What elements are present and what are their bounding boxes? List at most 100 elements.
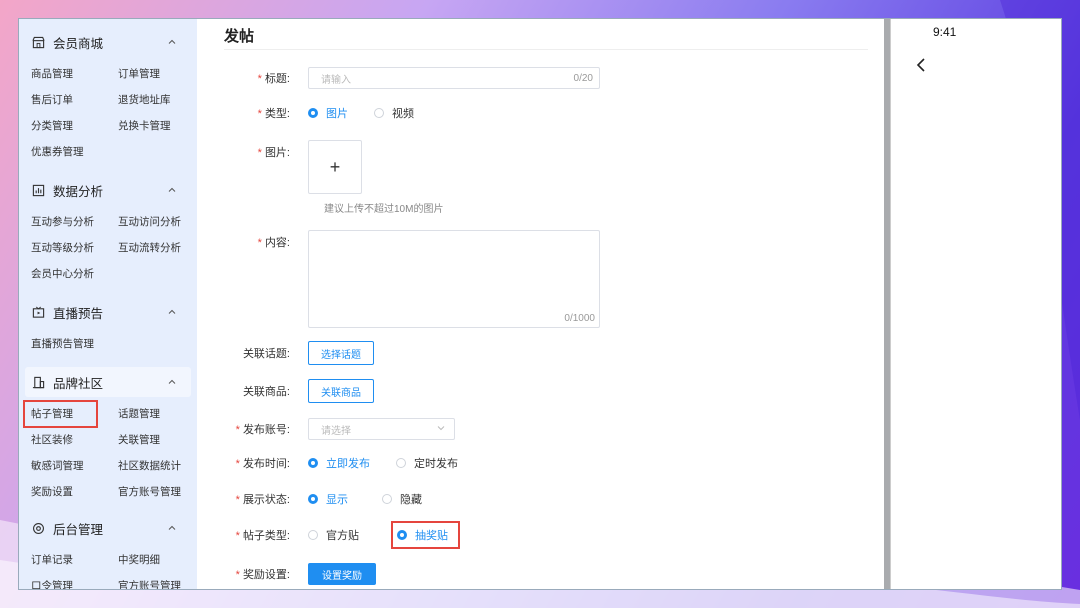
product-label: 关联商品: bbox=[242, 386, 290, 398]
sidebar-item-decoration[interactable]: 社区装修 bbox=[31, 427, 118, 453]
title-placeholder: 请输入 bbox=[321, 74, 351, 86]
sidebar-item-official-accounts-admin[interactable]: 官方账号管理 bbox=[118, 573, 197, 589]
sidebar-item-member-center[interactable]: 会员中心分析 bbox=[31, 261, 118, 287]
account-select[interactable]: 请选择 bbox=[308, 418, 455, 440]
reward-label: 奖励设置: bbox=[242, 569, 290, 581]
app-window: 会员商城 商品管理 订单管理 售后订单 退货地址库 分类管理 兑换卡管理 优惠券… bbox=[18, 18, 1062, 590]
sidebar-item-participation[interactable]: 互动参与分析 bbox=[31, 209, 118, 235]
sidebar-group-header[interactable]: 数据分析 bbox=[25, 175, 191, 205]
back-arrow-icon[interactable] bbox=[915, 57, 929, 73]
account-placeholder: 请选择 bbox=[321, 425, 351, 437]
row-type: * 类型: 图片 视频 bbox=[198, 105, 440, 121]
content-textarea[interactable]: 0/1000 bbox=[308, 230, 600, 328]
sidebar-item-topic-mgmt[interactable]: 话题管理 bbox=[118, 401, 197, 427]
select-topic-button[interactable]: 选择话题 bbox=[308, 341, 374, 365]
sidebar-item-category[interactable]: 分类管理 bbox=[31, 113, 118, 139]
set-reward-button[interactable]: 设置奖励 bbox=[308, 563, 376, 585]
building-icon bbox=[31, 375, 45, 389]
radio-display-show[interactable]: 显示 bbox=[308, 491, 348, 507]
sidebar-group-title: 数据分析 bbox=[53, 184, 104, 199]
tv-icon bbox=[31, 305, 45, 319]
post-form-panel: 发帖 * 标题: 请输入 0/20 * 类型: 图片 视频 * 图片: + 建议上传不… bbox=[198, 19, 884, 589]
row-display: * 展示状态: 显示 隐藏 bbox=[198, 491, 448, 507]
store-icon bbox=[31, 35, 45, 49]
sidebar-group-title: 品牌社区 bbox=[53, 376, 104, 391]
sidebar-item-reward-settings[interactable]: 奖励设置 bbox=[31, 479, 118, 505]
time-label: 发布时间: bbox=[242, 458, 290, 470]
radio-display-hide[interactable]: 隐藏 bbox=[382, 491, 422, 507]
sidebar-item-community-stats[interactable]: 社区数据统计 bbox=[118, 453, 197, 479]
chevron-up-icon bbox=[167, 523, 177, 533]
page-title: 发帖 bbox=[224, 28, 255, 45]
title-char-count: 0/20 bbox=[573, 72, 593, 84]
row-title: * 标题: 请输入 0/20 bbox=[198, 67, 600, 89]
plus-icon: + bbox=[329, 156, 341, 177]
sidebar-item-sensitive-words[interactable]: 敏感词管理 bbox=[31, 453, 118, 479]
account-label: 发布账号: bbox=[242, 424, 290, 436]
sidebar-group-title: 直播预告 bbox=[53, 306, 104, 321]
sidebar-item-live-preview[interactable]: 直播预告管理 bbox=[31, 331, 118, 357]
chevron-up-icon bbox=[167, 185, 177, 195]
sidebar-group-admin: 后台管理 订单记录 中奖明细 口令管理 官方账号管理 bbox=[19, 513, 197, 590]
content-label: 内容: bbox=[264, 237, 290, 249]
display-label: 展示状态: bbox=[242, 494, 290, 506]
status-bar-time: 9:41 bbox=[933, 25, 957, 39]
chevron-up-icon bbox=[167, 307, 177, 317]
sidebar-item-coupon[interactable]: 优惠券管理 bbox=[31, 139, 118, 165]
title-divider bbox=[224, 49, 868, 50]
sidebar-group-community: 品牌社区 帖子管理 话题管理 社区装修 关联管理 敏感词管理 社区数据统计 奖励… bbox=[19, 367, 197, 505]
image-label: 图片: bbox=[264, 147, 290, 159]
radio-post-lottery[interactable]: 抽奖贴 bbox=[391, 521, 460, 549]
chevron-up-icon bbox=[167, 37, 177, 47]
sidebar-item-product-mgmt[interactable]: 商品管理 bbox=[31, 61, 118, 87]
sidebar-group-live: 直播预告 直播预告管理 bbox=[19, 297, 197, 357]
sidebar-item-exchange-card[interactable]: 兑换卡管理 bbox=[118, 113, 197, 139]
sidebar-group-header[interactable]: 后台管理 bbox=[25, 513, 191, 543]
sidebar: 会员商城 商品管理 订单管理 售后订单 退货地址库 分类管理 兑换卡管理 优惠券… bbox=[19, 19, 197, 590]
upload-hint: 建议上传不超过10M的图片 bbox=[324, 204, 444, 215]
sidebar-group-header[interactable]: 品牌社区 bbox=[25, 367, 191, 397]
row-image: * 图片: + bbox=[198, 140, 362, 194]
row-product: 关联商品: 关联商品 bbox=[198, 379, 374, 403]
sidebar-group-header[interactable]: 会员商城 bbox=[25, 27, 191, 57]
sidebar-item-visit[interactable]: 互动访问分析 bbox=[118, 209, 197, 235]
sidebar-item-post-mgmt[interactable]: 帖子管理 bbox=[23, 400, 98, 428]
sidebar-item-flow[interactable]: 互动流转分析 bbox=[118, 235, 197, 261]
sidebar-group-analytics: 数据分析 互动参与分析 互动访问分析 互动等级分析 互动流转分析 会员中心分析 bbox=[19, 175, 197, 287]
radio-post-official[interactable]: 官方贴 bbox=[308, 527, 359, 543]
sidebar-item-order-records[interactable]: 订单记录 bbox=[31, 547, 118, 573]
row-content: * 内容: 0/1000 bbox=[198, 230, 600, 328]
sidebar-group-title: 会员商城 bbox=[53, 36, 104, 51]
image-upload-button[interactable]: + bbox=[308, 140, 362, 194]
sidebar-item-order-mgmt[interactable]: 订单管理 bbox=[118, 61, 197, 87]
row-post-type: * 帖子类型: 官方贴 抽奖贴 bbox=[198, 521, 480, 549]
chevron-down-icon bbox=[436, 423, 446, 436]
sidebar-group-title: 后台管理 bbox=[53, 522, 104, 537]
row-reward: * 奖励设置: 设置奖励 bbox=[198, 563, 376, 585]
type-label: 类型: bbox=[264, 108, 290, 120]
sidebar-item-official-accounts[interactable]: 官方账号管理 bbox=[118, 479, 197, 505]
row-account: * 发布账号: 请选择 bbox=[198, 418, 455, 440]
sidebar-item-winning-details[interactable]: 中奖明细 bbox=[118, 547, 197, 573]
radio-publish-scheduled[interactable]: 定时发布 bbox=[396, 455, 458, 471]
row-publish-time: * 发布时间: 立即发布 定时发布 bbox=[198, 455, 484, 471]
sidebar-group-header[interactable]: 直播预告 bbox=[25, 297, 191, 327]
title-label: 标题: bbox=[264, 73, 290, 85]
sidebar-item-relation[interactable]: 关联管理 bbox=[118, 427, 197, 453]
topic-label: 关联话题: bbox=[242, 348, 290, 360]
post-type-label: 帖子类型: bbox=[242, 530, 290, 542]
sidebar-item-password-mgmt[interactable]: 口令管理 bbox=[31, 573, 118, 589]
sidebar-item-aftersale[interactable]: 售后订单 bbox=[31, 87, 118, 113]
row-topic: 关联话题: 选择话题 bbox=[198, 341, 374, 365]
content-char-count: 0/1000 bbox=[564, 313, 595, 324]
radio-type-video[interactable]: 视频 bbox=[374, 105, 414, 121]
sidebar-item-return-address[interactable]: 退货地址库 bbox=[118, 87, 197, 113]
sidebar-item-level[interactable]: 互动等级分析 bbox=[31, 235, 118, 261]
radio-publish-now[interactable]: 立即发布 bbox=[308, 455, 370, 471]
link-product-button[interactable]: 关联商品 bbox=[308, 379, 374, 403]
gear-icon bbox=[31, 521, 45, 535]
title-input[interactable]: 请输入 0/20 bbox=[308, 67, 600, 89]
chevron-up-icon bbox=[167, 377, 177, 387]
radio-type-image[interactable]: 图片 bbox=[308, 105, 348, 121]
sidebar-group-mall: 会员商城 商品管理 订单管理 售后订单 退货地址库 分类管理 兑换卡管理 优惠券… bbox=[19, 27, 197, 165]
